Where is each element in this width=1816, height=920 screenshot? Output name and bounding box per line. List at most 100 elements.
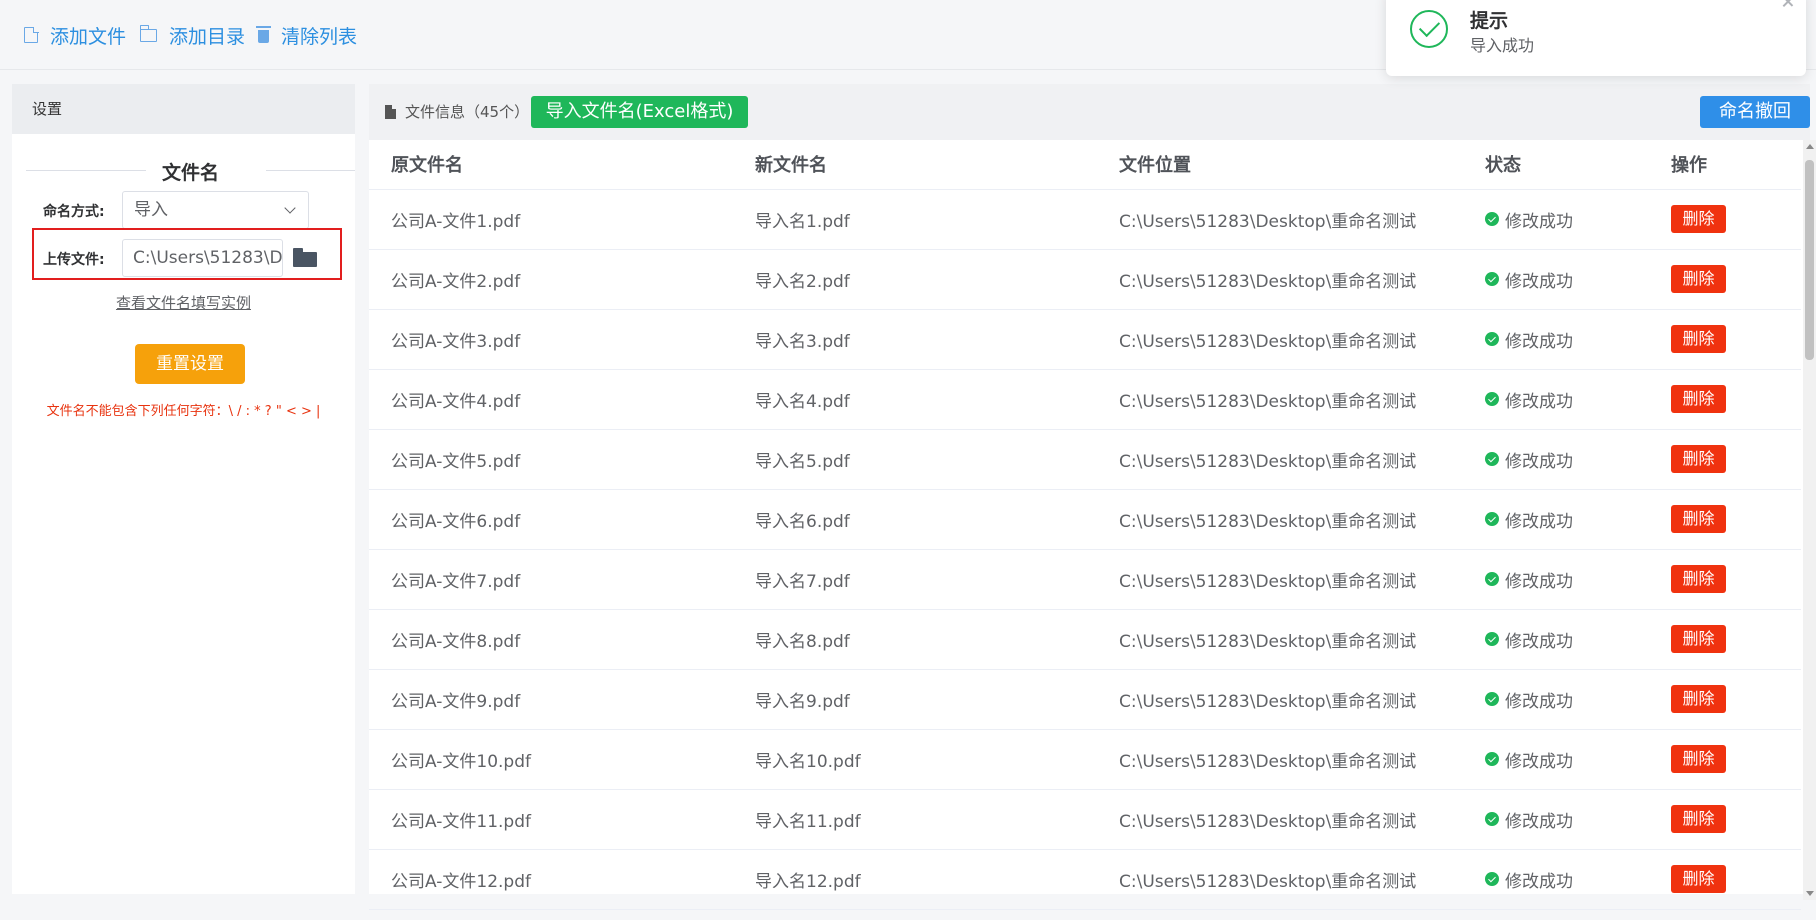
original-filename: 公司A-文件10.pdf xyxy=(369,729,733,790)
file-panel: 文件信息 （45个） 导入文件名(Excel格式) 命名撤回 原文件名 新文件名… xyxy=(369,84,1810,910)
table-row[interactable]: 公司A-文件8.pdf 导入名8.pdf C:\Users\51283\Deskto… xyxy=(369,609,1801,670)
column-header-original[interactable]: 原文件名 xyxy=(369,140,733,190)
success-check-icon xyxy=(1485,332,1499,346)
status-cell: 修改成功 xyxy=(1463,549,1649,610)
original-filename: 公司A-文件11.pdf xyxy=(369,789,733,850)
success-check-icon xyxy=(1485,872,1499,886)
file-location: C:\Users\51283\Desktop\重命名测试 xyxy=(1097,429,1463,490)
table-row[interactable]: 公司A-文件1.pdf 导入名1.pdf C:\Users\51283\Deskto… xyxy=(369,189,1801,250)
status-text: 修改成功 xyxy=(1505,451,1573,472)
status-cell: 修改成功 xyxy=(1463,249,1649,310)
status-cell: 修改成功 xyxy=(1463,609,1649,670)
status-cell: 修改成功 xyxy=(1463,429,1649,490)
reset-settings-button[interactable]: 重置设置 xyxy=(135,344,245,384)
clear-list-button[interactable]: 清除列表 xyxy=(256,22,357,48)
success-check-icon xyxy=(1485,512,1499,526)
original-filename: 公司A-文件8.pdf xyxy=(369,609,733,670)
table-row[interactable]: 公司A-文件3.pdf 导入名3.pdf C:\Users\51283\Deskto… xyxy=(369,309,1801,370)
status-cell: 修改成功 xyxy=(1463,489,1649,550)
table-row[interactable]: 公司A-文件11.pdf 导入名11.pdf C:\Users\51283\Desk… xyxy=(369,789,1801,850)
add-dir-button[interactable]: 添加目录 xyxy=(139,22,245,48)
status-cell: 修改成功 xyxy=(1463,369,1649,430)
status-cell: 修改成功 xyxy=(1463,189,1649,250)
new-filename: 导入名3.pdf xyxy=(733,309,1097,370)
naming-method-select[interactable]: 导入 xyxy=(122,191,309,229)
file-location: C:\Users\51283\Desktop\重命名测试 xyxy=(1097,609,1463,670)
action-cell: 删除 xyxy=(1649,369,1801,430)
action-cell: 删除 xyxy=(1649,549,1801,610)
new-filename: 导入名4.pdf xyxy=(733,369,1097,430)
column-header-status[interactable]: 状态 xyxy=(1463,140,1649,190)
original-filename: 公司A-文件1.pdf xyxy=(369,189,733,250)
file-location: C:\Users\51283\Desktop\重命名测试 xyxy=(1097,549,1463,610)
table-row[interactable]: 公司A-文件10.pdf 导入名10.pdf C:\Users\51283\Desk… xyxy=(369,729,1801,790)
table-row[interactable]: 公司A-文件6.pdf 导入名6.pdf C:\Users\51283\Deskto… xyxy=(369,489,1801,550)
status-cell: 修改成功 xyxy=(1463,309,1649,370)
new-filename: 导入名9.pdf xyxy=(733,669,1097,730)
delete-button[interactable]: 删除 xyxy=(1671,205,1726,233)
scroll-up-arrow[interactable] xyxy=(1806,144,1814,149)
delete-button[interactable]: 删除 xyxy=(1671,325,1726,353)
delete-button[interactable]: 删除 xyxy=(1671,445,1726,473)
table-row[interactable]: 公司A-文件4.pdf 导入名4.pdf C:\Users\51283\Deskto… xyxy=(369,369,1801,430)
table-row[interactable]: 公司A-文件12.pdf 导入名12.pdf C:\Users\51283\Desk… xyxy=(369,849,1801,910)
action-cell: 删除 xyxy=(1649,249,1801,310)
table-row[interactable]: 公司A-文件9.pdf 导入名9.pdf C:\Users\51283\Deskto… xyxy=(369,669,1801,730)
file-panel-header: 文件信息 （45个） 导入文件名(Excel格式) 命名撤回 xyxy=(369,84,1810,140)
new-filename: 导入名11.pdf xyxy=(733,789,1097,850)
status-text: 修改成功 xyxy=(1505,631,1573,652)
original-filename: 公司A-文件9.pdf xyxy=(369,669,733,730)
original-filename: 公司A-文件2.pdf xyxy=(369,249,733,310)
status-text: 修改成功 xyxy=(1505,211,1573,232)
table-header-row: 原文件名 新文件名 文件位置 状态 操作 xyxy=(369,140,1801,190)
notification-title: 提示 xyxy=(1470,10,1509,32)
file-location: C:\Users\51283\Desktop\重命名测试 xyxy=(1097,729,1463,790)
delete-button[interactable]: 删除 xyxy=(1671,745,1726,773)
naming-method-value: 导入 xyxy=(134,200,168,220)
delete-button[interactable]: 删除 xyxy=(1671,625,1726,653)
delete-button[interactable]: 删除 xyxy=(1671,385,1726,413)
new-filename: 导入名10.pdf xyxy=(733,729,1097,790)
filename-section-title: 文件名 xyxy=(26,156,355,186)
original-filename: 公司A-文件5.pdf xyxy=(369,429,733,490)
file-location: C:\Users\51283\Desktop\重命名测试 xyxy=(1097,189,1463,250)
section-title-text: 文件名 xyxy=(161,162,219,184)
original-filename: 公司A-文件3.pdf xyxy=(369,309,733,370)
file-location: C:\Users\51283\Desktop\重命名测试 xyxy=(1097,789,1463,850)
column-header-action: 操作 xyxy=(1649,140,1801,190)
delete-button[interactable]: 删除 xyxy=(1671,805,1726,833)
upload-file-label: 上传文件: xyxy=(43,252,105,268)
example-link[interactable]: 查看文件名填写实例 xyxy=(12,292,355,313)
action-cell: 删除 xyxy=(1649,429,1801,490)
column-header-new[interactable]: 新文件名 xyxy=(733,140,1097,190)
new-filename: 导入名7.pdf xyxy=(733,549,1097,610)
settings-header: 设置 xyxy=(12,84,355,134)
status-text: 修改成功 xyxy=(1505,271,1573,292)
table-row[interactable]: 公司A-文件7.pdf 导入名7.pdf C:\Users\51283\Deskto… xyxy=(369,549,1801,610)
delete-button[interactable]: 删除 xyxy=(1671,265,1726,293)
success-check-icon xyxy=(1485,212,1499,226)
close-icon[interactable] xyxy=(1782,0,1794,8)
status-text: 修改成功 xyxy=(1505,391,1573,412)
settings-panel: 设置 文件名 命名方式: 导入 上传文件: C:\Users\51283\Des… xyxy=(12,84,355,894)
delete-button[interactable]: 删除 xyxy=(1671,565,1726,593)
table-row[interactable]: 公司A-文件2.pdf 导入名2.pdf C:\Users\51283\Deskto… xyxy=(369,249,1801,310)
add-file-button[interactable]: 添加文件 xyxy=(24,22,126,48)
delete-button[interactable]: 删除 xyxy=(1671,685,1726,713)
filename-warning: 文件名不能包含下列任何字符：\ / : * ? " < > | xyxy=(46,404,321,419)
trash-icon xyxy=(256,26,271,43)
delete-button[interactable]: 删除 xyxy=(1671,865,1726,893)
delete-button[interactable]: 删除 xyxy=(1671,505,1726,533)
upload-file-input[interactable]: C:\Users\51283\Desktop\导入文件名.xlsx xyxy=(122,239,283,277)
new-filename: 导入名2.pdf xyxy=(733,249,1097,310)
column-header-location[interactable]: 文件位置 xyxy=(1097,140,1463,190)
scroll-thumb[interactable] xyxy=(1805,160,1814,360)
folder-open-icon[interactable] xyxy=(293,248,317,267)
scroll-down-arrow[interactable] xyxy=(1806,891,1814,896)
import-excel-button[interactable]: 导入文件名(Excel格式) xyxy=(531,96,748,128)
table-scrollbar[interactable] xyxy=(1803,140,1816,900)
success-check-icon xyxy=(1485,452,1499,466)
table-row[interactable]: 公司A-文件5.pdf 导入名5.pdf C:\Users\51283\Deskto… xyxy=(369,429,1801,490)
status-cell: 修改成功 xyxy=(1463,669,1649,730)
undo-rename-button[interactable]: 命名撤回 xyxy=(1700,96,1810,128)
